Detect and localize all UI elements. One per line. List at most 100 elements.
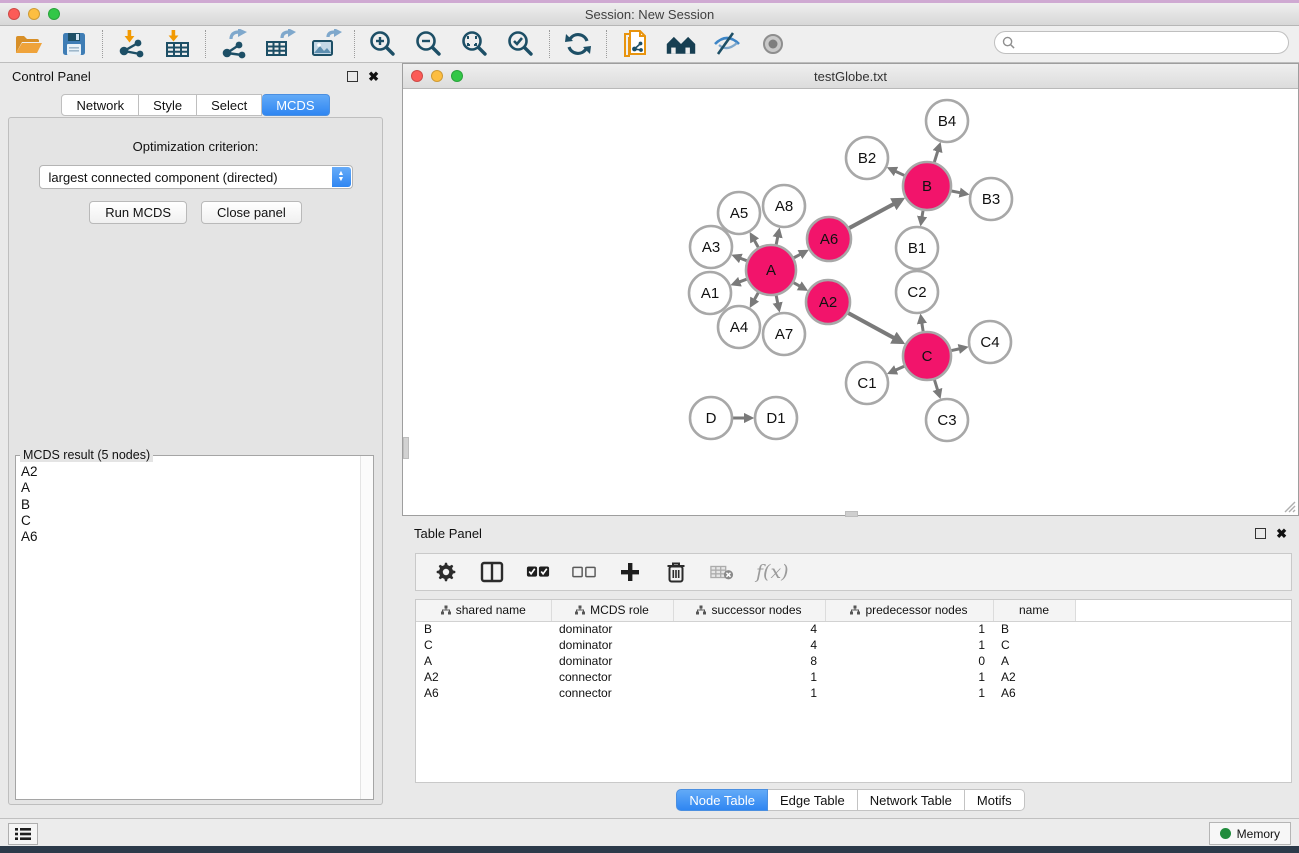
export-table-icon[interactable] xyxy=(264,29,296,59)
close-panel-icon[interactable]: ✖ xyxy=(368,71,379,82)
network-edge-A-A8[interactable] xyxy=(776,236,778,244)
mcds-result-item[interactable]: C xyxy=(21,513,373,529)
zoom-selected-icon[interactable] xyxy=(505,29,537,59)
network-edge-A-A6[interactable] xyxy=(794,254,801,258)
network-node-A8[interactable]: A8 xyxy=(763,185,805,227)
table-cell[interactable]: 0 xyxy=(825,653,993,669)
table-cell[interactable]: 1 xyxy=(825,685,993,701)
zoom-in-icon[interactable] xyxy=(367,29,399,59)
column-header-predecessor-nodes[interactable]: predecessor nodes xyxy=(825,600,993,621)
run-mcds-button[interactable]: Run MCDS xyxy=(89,201,187,224)
memory-button[interactable]: Memory xyxy=(1209,822,1291,845)
network-node-B[interactable]: B xyxy=(903,162,951,210)
add-column-plus-icon[interactable] xyxy=(618,560,642,584)
table-cell[interactable]: A6 xyxy=(993,685,1075,701)
table-close-panel-icon[interactable]: ✖ xyxy=(1276,528,1287,539)
network-node-D1[interactable]: D1 xyxy=(755,397,797,439)
network-edge-A-A3[interactable] xyxy=(740,258,747,261)
first-neighbors-houses-icon[interactable] xyxy=(665,29,697,59)
network-edge-B-B4[interactable] xyxy=(934,151,938,162)
table-cell[interactable]: A xyxy=(993,653,1075,669)
network-edge-A-A5[interactable] xyxy=(754,240,758,247)
canvas-left-scroll-thumb[interactable] xyxy=(403,437,409,459)
network-node-A6[interactable]: A6 xyxy=(807,217,851,261)
network-node-B4[interactable]: B4 xyxy=(926,100,968,142)
network-node-B1[interactable]: B1 xyxy=(896,227,938,269)
table-cell[interactable]: A6 xyxy=(416,685,551,701)
search-input[interactable] xyxy=(1019,34,1288,52)
table-cell[interactable]: 1 xyxy=(825,669,993,685)
table-cell[interactable]: 1 xyxy=(673,685,825,701)
network-edge-A-A1[interactable] xyxy=(739,279,747,282)
table-cell[interactable]: connector xyxy=(551,685,673,701)
zoom-fit-icon[interactable] xyxy=(459,29,491,59)
table-cell[interactable]: dominator xyxy=(551,621,673,637)
zoom-out-icon[interactable] xyxy=(413,29,445,59)
table-cell[interactable]: 4 xyxy=(673,621,825,637)
export-image-icon[interactable] xyxy=(310,29,342,59)
table-row[interactable]: Cdominator41C xyxy=(416,637,1291,653)
import-table-icon[interactable] xyxy=(161,29,193,59)
tab-edge-table[interactable]: Edge Table xyxy=(768,789,858,811)
resize-grip-icon[interactable] xyxy=(1282,499,1296,513)
table-cell[interactable]: 8 xyxy=(673,653,825,669)
network-edge-A2-C[interactable] xyxy=(848,313,894,338)
tab-motifs[interactable]: Motifs xyxy=(965,789,1025,811)
network-node-B2[interactable]: B2 xyxy=(846,137,888,179)
tab-mcds[interactable]: MCDS xyxy=(262,94,329,116)
table-cell[interactable]: 1 xyxy=(825,621,993,637)
mcds-result-item[interactable]: B xyxy=(21,497,373,513)
table-cell[interactable]: dominator xyxy=(551,653,673,669)
network-node-A7[interactable]: A7 xyxy=(763,313,805,355)
network-node-B3[interactable]: B3 xyxy=(970,178,1012,220)
mcds-result-item[interactable]: A2 xyxy=(21,464,373,480)
network-edge-B-B1[interactable] xyxy=(922,211,923,218)
column-header-name[interactable]: name xyxy=(993,600,1075,621)
table-cell[interactable]: A2 xyxy=(993,669,1075,685)
network-node-D[interactable]: D xyxy=(690,397,732,439)
close-panel-button[interactable]: Close panel xyxy=(201,201,302,224)
tab-select[interactable]: Select xyxy=(197,94,262,116)
network-node-A[interactable]: A xyxy=(746,245,796,295)
network-edge-A-A2[interactable] xyxy=(794,283,800,287)
network-canvas[interactable]: B4B2BB3A8A5A6A3B1AA1C2A2A4A7C4CC1C3DD1 xyxy=(403,89,1298,515)
table-cell[interactable]: B xyxy=(416,621,551,637)
table-row[interactable]: A6connector11A6 xyxy=(416,685,1291,701)
table-cell[interactable]: A xyxy=(416,653,551,669)
deselect-all-checkboxes-icon[interactable] xyxy=(572,560,596,584)
network-edge-C-C3[interactable] xyxy=(934,380,937,391)
table-cell[interactable]: 1 xyxy=(825,637,993,653)
network-node-A4[interactable]: A4 xyxy=(718,306,760,348)
network-edge-A-A4[interactable] xyxy=(754,293,758,300)
function-builder-icon[interactable]: f(x) xyxy=(756,560,789,584)
column-header-mcds-role[interactable]: MCDS role xyxy=(551,600,673,621)
network-node-C3[interactable]: C3 xyxy=(926,399,968,441)
search-field[interactable] xyxy=(994,31,1289,54)
network-edge-C-C4[interactable] xyxy=(951,349,959,351)
trash-icon[interactable] xyxy=(664,560,688,584)
refresh-icon[interactable] xyxy=(562,29,594,59)
network-edge-A6-B[interactable] xyxy=(849,204,894,228)
tab-node-table[interactable]: Node Table xyxy=(676,789,768,811)
column-header-successor-nodes[interactable]: successor nodes xyxy=(673,600,825,621)
table-row[interactable]: Adominator80A xyxy=(416,653,1291,669)
import-network-icon[interactable] xyxy=(115,29,147,59)
network-node-C[interactable]: C xyxy=(903,332,951,380)
tab-network-table[interactable]: Network Table xyxy=(858,789,965,811)
network-node-A2[interactable]: A2 xyxy=(806,280,850,324)
mcds-result-item[interactable]: A6 xyxy=(21,529,373,545)
tab-style[interactable]: Style xyxy=(139,94,197,116)
network-node-A3[interactable]: A3 xyxy=(690,226,732,268)
mcds-result-item[interactable]: A xyxy=(21,480,373,496)
table-row[interactable]: A2connector11A2 xyxy=(416,669,1291,685)
show-all-eye-icon[interactable] xyxy=(757,29,789,59)
select-all-checkboxes-icon[interactable] xyxy=(526,560,550,584)
gear-icon[interactable] xyxy=(434,560,458,584)
save-session-icon[interactable] xyxy=(58,29,90,59)
table-row[interactable]: Bdominator41B xyxy=(416,621,1291,637)
network-node-A5[interactable]: A5 xyxy=(718,192,760,234)
table-cell[interactable]: connector xyxy=(551,669,673,685)
export-network-icon[interactable] xyxy=(218,29,250,59)
table-cell[interactable]: dominator xyxy=(551,637,673,653)
hide-selected-eye-slash-icon[interactable] xyxy=(711,29,743,59)
